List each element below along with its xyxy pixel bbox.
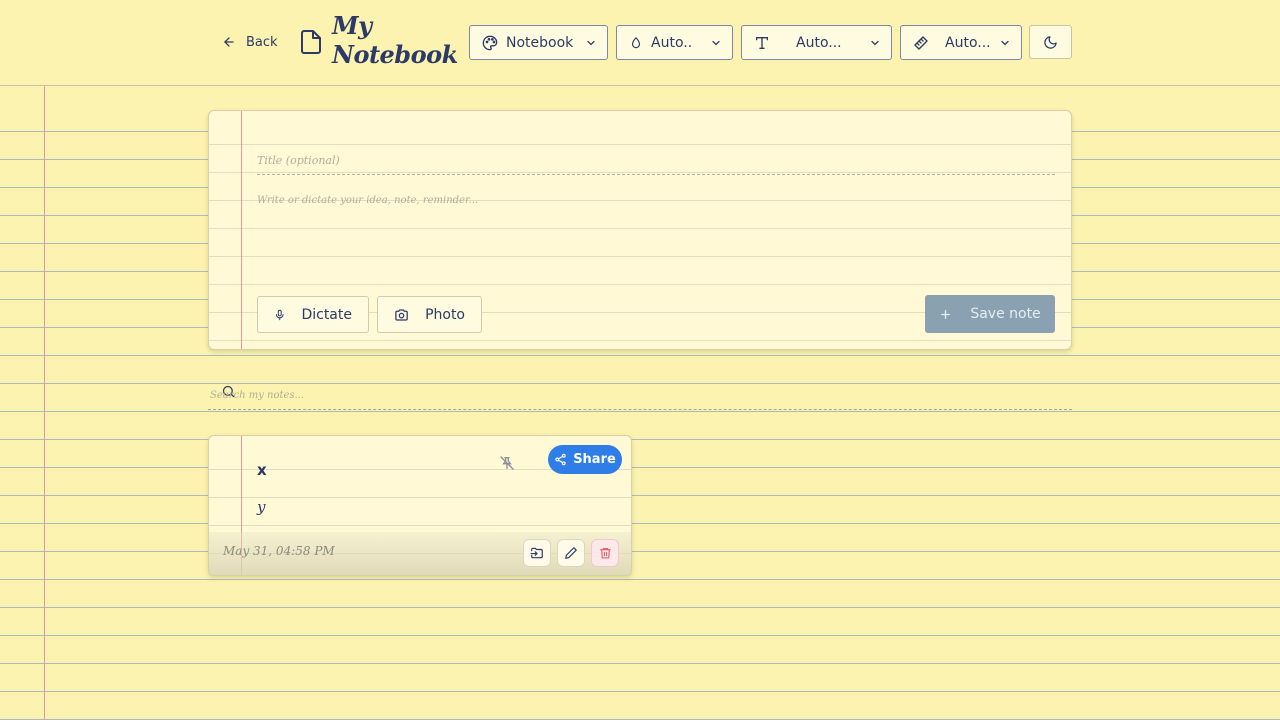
theme-toggle-button[interactable]	[1029, 25, 1072, 59]
dictate-label: Dictate	[301, 306, 352, 323]
microphone-icon	[275, 309, 284, 320]
droplet-icon	[631, 36, 641, 48]
top-bar: Back My Notebook Notebook Auto.. Auto...…	[0, 0, 1280, 86]
note-card-footer: May 31, 04:58 PM	[209, 532, 631, 575]
dictate-button[interactable]: Dictate	[257, 296, 369, 333]
save-note-button[interactable]: Save note	[925, 295, 1055, 333]
trash-icon	[599, 548, 611, 559]
font-label: Auto...	[796, 34, 842, 51]
font-dropdown[interactable]: Auto...	[741, 25, 892, 60]
notebook-style-label: Notebook	[506, 34, 574, 51]
composer-margin-line	[241, 111, 242, 349]
note-card[interactable]: x y Share May 31, 04:58 PM	[208, 435, 632, 576]
app-title: My Notebook	[332, 11, 458, 69]
search-bar	[208, 380, 1072, 410]
back-button[interactable]: Back	[218, 28, 282, 56]
arrow-left-icon	[224, 37, 234, 47]
ruler-icon	[914, 35, 928, 50]
share-button[interactable]: Share	[548, 445, 622, 474]
plus-icon	[941, 309, 951, 319]
ink-color-label: Auto..	[651, 34, 693, 51]
back-label: Back	[246, 34, 278, 50]
note-body-input[interactable]	[257, 195, 1055, 285]
notebook-margin-line	[44, 86, 45, 720]
note-body: y	[257, 498, 266, 516]
ink-color-dropdown[interactable]: Auto..	[616, 25, 733, 60]
camera-icon	[395, 308, 408, 321]
chevron-down-icon	[587, 40, 595, 45]
move-note-button[interactable]	[523, 539, 551, 567]
note-title: x	[257, 461, 267, 479]
chevron-down-icon	[1001, 40, 1009, 45]
line-style-label: Auto...	[945, 34, 991, 51]
chevron-down-icon	[712, 40, 720, 45]
note-title-input[interactable]	[257, 147, 1055, 175]
chevron-down-icon	[871, 40, 879, 45]
share-label: Share	[573, 452, 616, 467]
photo-button[interactable]: Photo	[377, 296, 482, 333]
pencil-icon	[565, 547, 577, 559]
note-date: May 31, 04:58 PM	[223, 544, 335, 558]
palette-icon	[482, 35, 498, 50]
folder-input-icon	[530, 547, 543, 559]
type-icon	[756, 36, 768, 49]
delete-note-button[interactable]	[591, 539, 619, 567]
save-note-label: Save note	[970, 306, 1041, 322]
photo-label: Photo	[425, 306, 465, 323]
share-icon	[555, 453, 566, 466]
edit-note-button[interactable]	[557, 539, 585, 567]
search-input[interactable]	[210, 384, 1070, 406]
moon-icon	[1044, 35, 1057, 49]
note-composer: Dictate Photo Save note	[208, 110, 1072, 350]
notebook-file-icon	[301, 30, 321, 54]
notebook-style-dropdown[interactable]: Notebook	[469, 25, 608, 60]
line-style-dropdown[interactable]: Auto...	[900, 25, 1022, 60]
pin-off-icon[interactable]	[499, 455, 515, 471]
